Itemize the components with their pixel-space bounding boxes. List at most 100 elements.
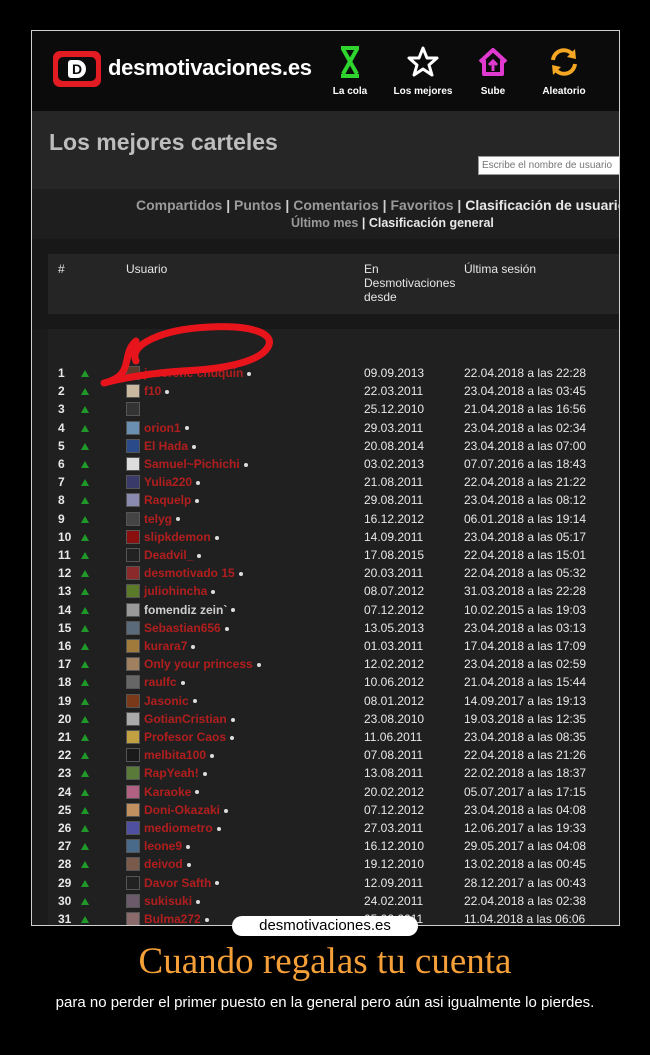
nav-sube[interactable]: Sube <box>458 45 528 97</box>
username-link[interactable]: telyg <box>144 510 181 528</box>
member-since: 14.09.2011 <box>364 529 424 544</box>
avatar[interactable] <box>126 511 140 526</box>
rank-number: 11 <box>58 548 71 562</box>
username-link[interactable]: desmotivado 15 <box>144 564 243 582</box>
avatar[interactable] <box>126 566 140 581</box>
logo-icon[interactable]: D <box>53 51 101 87</box>
username-link[interactable]: raulfc <box>144 673 185 691</box>
username-link[interactable]: f10 <box>144 382 170 400</box>
username-link[interactable]: GotianCristian <box>144 710 235 728</box>
avatar[interactable] <box>126 875 140 890</box>
username-link[interactable]: melbita100 <box>144 746 215 764</box>
avatar[interactable] <box>126 693 140 708</box>
last-session: 23.04.2018 a las 08:35 <box>464 730 587 744</box>
username-link[interactable]: sukisuki <box>144 892 201 910</box>
username-link[interactable]: Deadvil_ <box>144 546 202 564</box>
avatar[interactable] <box>126 675 140 690</box>
nav-la-cola[interactable]: La cola <box>315 45 385 97</box>
header-rank: # <box>58 262 65 276</box>
username-link[interactable]: Doni-Okazaki <box>144 801 229 819</box>
last-session: 23.04.2018 a las 02:34 <box>464 420 587 435</box>
avatar[interactable] <box>126 493 140 508</box>
rank-up-arrow-icon <box>81 916 89 923</box>
avatar[interactable] <box>126 730 140 744</box>
status-dot-icon <box>186 845 191 850</box>
header-since: En Desmotivaciones desde <box>364 262 456 304</box>
avatar[interactable] <box>126 457 140 471</box>
site-name[interactable]: desmotivaciones.es <box>108 55 312 81</box>
member-since: 16.12.2012 <box>364 511 425 526</box>
avatar[interactable] <box>126 548 140 562</box>
avatar[interactable] <box>126 748 140 763</box>
nav-los-mejores[interactable]: Los mejores <box>388 45 458 97</box>
tab-ultimo-mes[interactable]: Último mes <box>291 216 358 230</box>
member-since: 17.08.2015 <box>364 548 425 562</box>
avatar[interactable] <box>126 384 140 399</box>
username-link[interactable]: Sebastian656 <box>144 619 229 637</box>
avatar[interactable] <box>126 438 140 453</box>
avatar[interactable] <box>126 912 140 925</box>
username-link[interactable]: orion1 <box>144 419 189 437</box>
username-link[interactable]: fomendiz zein` <box>144 601 236 619</box>
username-link[interactable]: Bulma272 <box>144 910 209 925</box>
member-since: 29.03.2011 <box>364 420 424 435</box>
username-link[interactable]: Jasonic <box>144 692 197 710</box>
avatar[interactable] <box>126 584 140 599</box>
avatar[interactable] <box>126 839 140 854</box>
username-link[interactable]: juliohincha <box>144 582 216 600</box>
username-link[interactable]: Yulia220 <box>144 473 201 491</box>
avatar[interactable] <box>126 802 140 817</box>
username-link[interactable]: Profesor Caos <box>144 728 235 746</box>
table-row: 29 Davor Safth 12.09.2011 28.12.2017 a las … <box>48 874 619 892</box>
username-link[interactable]: kurara7 <box>144 637 196 655</box>
avatar[interactable] <box>126 711 140 726</box>
status-dot-icon <box>230 717 235 722</box>
tab-puntos[interactable]: Puntos <box>234 197 281 213</box>
tab-comentarios[interactable]: Comentarios <box>293 197 379 213</box>
avatar[interactable] <box>126 657 140 672</box>
rank-up-arrow-icon <box>81 734 89 741</box>
username-link[interactable]: Raquelp <box>144 491 200 509</box>
username-link[interactable]: mediometro <box>144 819 221 837</box>
avatar[interactable] <box>126 784 140 799</box>
avatar[interactable] <box>126 857 140 872</box>
avatar[interactable] <box>126 475 140 490</box>
tab-clasificacion-general[interactable]: Clasificación general <box>369 216 494 230</box>
avatar[interactable] <box>126 639 140 653</box>
username-link[interactable]: Karaoke <box>144 783 200 801</box>
avatar[interactable] <box>126 893 140 908</box>
username-link[interactable]: deivod <box>144 855 191 873</box>
avatar[interactable] <box>126 420 140 435</box>
member-since: 08.01.2012 <box>364 693 425 708</box>
username-link[interactable]: slipkdemon <box>144 528 219 546</box>
tab-compartidos[interactable]: Compartidos <box>136 197 222 213</box>
last-session: 28.12.2017 a las 00:43 <box>464 875 587 890</box>
avatar[interactable] <box>126 366 140 380</box>
rank-up-arrow-icon <box>81 606 89 614</box>
username-link[interactable]: RapYeah! <box>144 764 207 782</box>
username-link[interactable]: Davor Safth <box>144 874 220 892</box>
rank-number: 1 <box>58 366 65 380</box>
username-link[interactable]: Only your princess <box>144 655 261 673</box>
tab-clasificacion-usuarios[interactable]: Clasificación de usuarios <box>465 197 619 213</box>
rank-number: 25 <box>58 802 72 817</box>
avatar[interactable] <box>126 402 140 417</box>
username-link[interactable]: El Hada <box>144 437 197 455</box>
rank-number: 28 <box>58 857 72 872</box>
rank-number: 15 <box>58 620 72 635</box>
username-link[interactable]: joserene chuquin <box>144 364 252 382</box>
tab-favoritos[interactable]: Favoritos <box>390 197 453 213</box>
avatar[interactable] <box>126 620 140 635</box>
avatar[interactable] <box>126 766 140 781</box>
avatar[interactable] <box>126 529 140 544</box>
avatar[interactable] <box>126 821 140 835</box>
status-dot-icon <box>196 899 201 904</box>
rank-number: 21 <box>58 730 72 744</box>
nav-aleatorio[interactable]: Aleatorio <box>529 45 599 97</box>
rank-up-arrow-icon <box>81 643 89 650</box>
rank-number: 9 <box>58 511 65 526</box>
avatar[interactable] <box>126 602 140 617</box>
username-link[interactable]: Samuel~Pichichi <box>144 455 248 473</box>
user-search-input[interactable] <box>478 156 619 175</box>
username-link[interactable]: leone9 <box>144 837 191 855</box>
